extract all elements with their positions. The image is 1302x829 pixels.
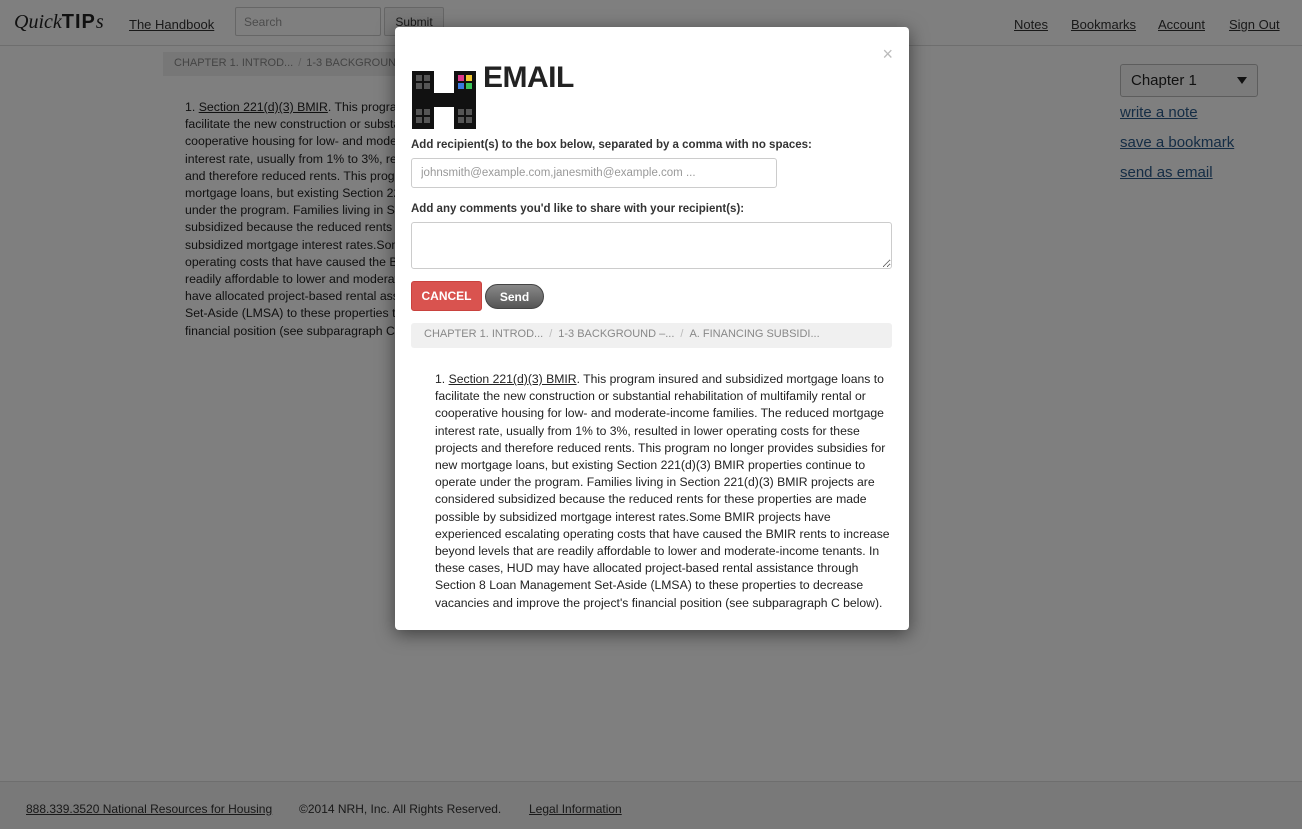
email-preview-content: 1. Section 221(d)(3) BMIR. This program …	[435, 372, 890, 610]
handbook-h-logo-icon	[412, 71, 476, 129]
breadcrumb-item-section[interactable]: 1-3 BACKGROUND –...	[558, 328, 674, 340]
breadcrumb-separator: /	[680, 328, 684, 340]
send-button[interactable]: Send	[485, 284, 544, 309]
paragraph-number: 1.	[435, 372, 446, 386]
paragraph-text: This program insured and subsidized mort…	[435, 372, 890, 610]
comments-label: Add any comments you'd like to share wit…	[411, 203, 745, 215]
modal-breadcrumb: CHAPTER 1. INTROD... / 1-3 BACKGROUND –...…	[411, 323, 892, 348]
breadcrumb-item-subsection[interactable]: A. FINANCING SUBSIDI...	[689, 328, 819, 340]
modal-title: EMAIL	[483, 61, 574, 94]
email-modal: × EMAIL Add recipient(s) to the box belo…	[395, 27, 909, 630]
recipients-label: Add recipient(s) to the box below, separ…	[411, 139, 812, 151]
breadcrumb-item-chapter[interactable]: CHAPTER 1. INTROD...	[424, 328, 543, 340]
comments-textarea[interactable]	[411, 222, 892, 269]
recipients-input[interactable]	[411, 158, 777, 188]
section-link[interactable]: Section 221(d)(3) BMIR	[449, 372, 577, 386]
close-icon[interactable]: ×	[882, 45, 893, 63]
cancel-button[interactable]: CANCEL	[411, 281, 482, 311]
breadcrumb-separator: /	[549, 328, 553, 340]
